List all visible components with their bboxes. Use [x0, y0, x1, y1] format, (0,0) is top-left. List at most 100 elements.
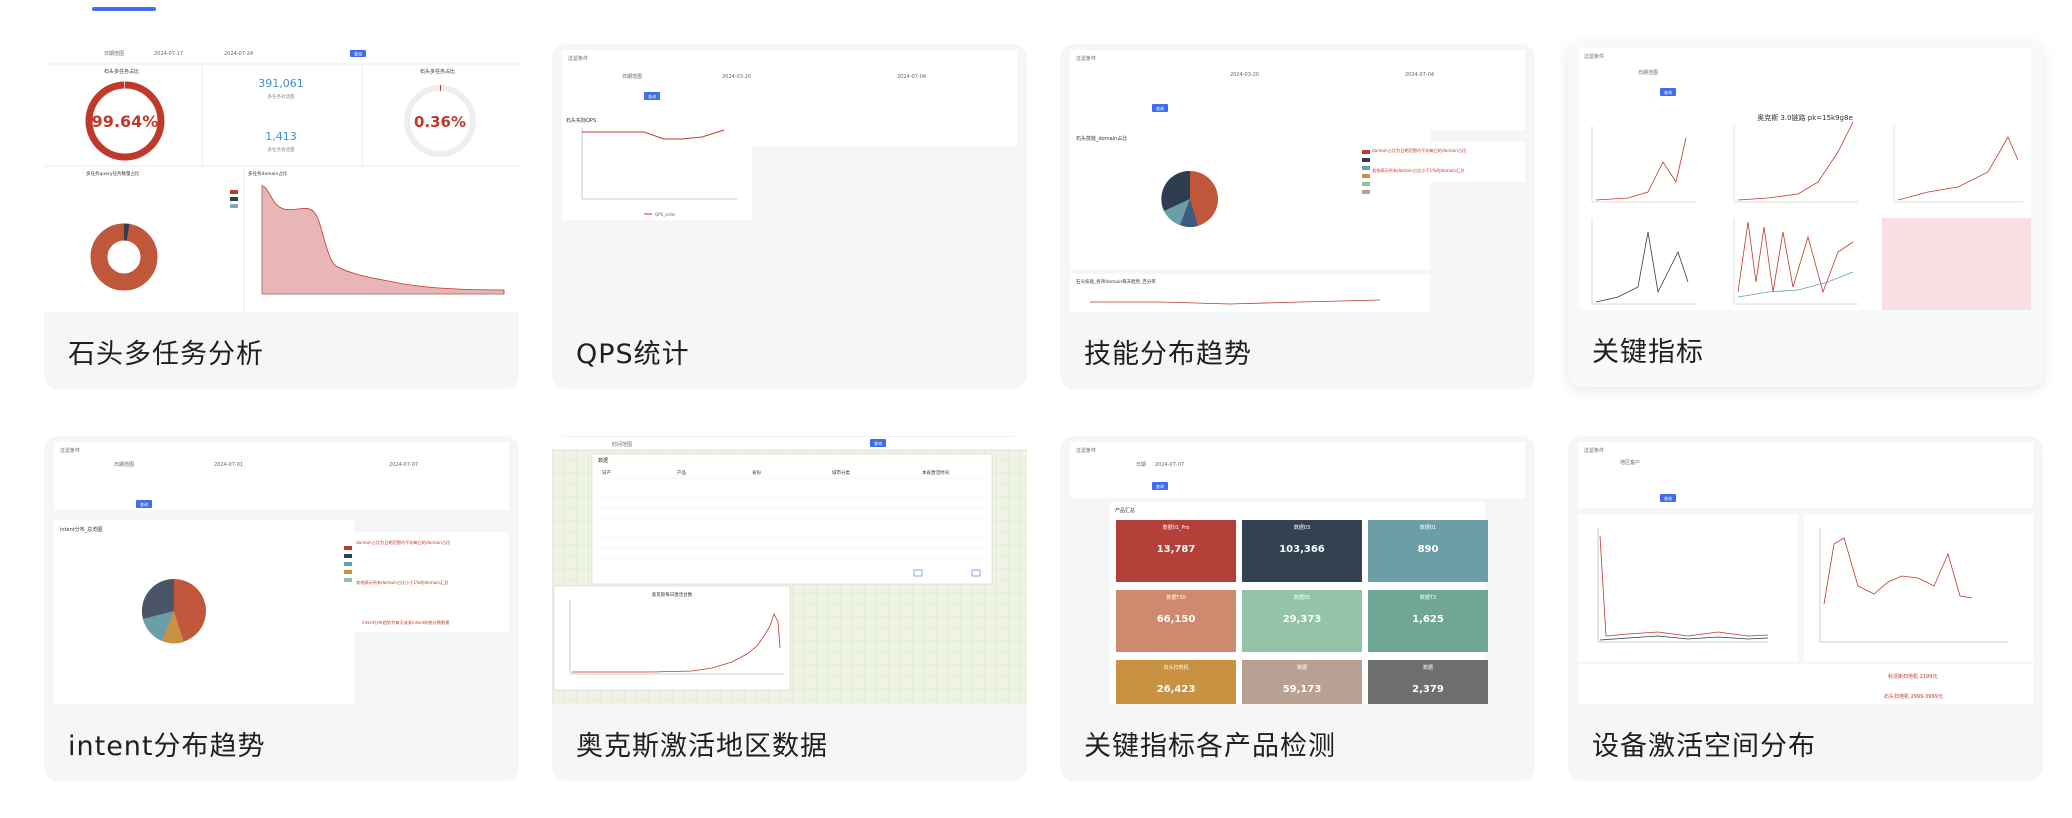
card-title: 关键指标	[1592, 337, 1704, 368]
gauge-title: 石头多任务占比	[420, 68, 455, 75]
metric-value: 1,413	[265, 130, 297, 143]
table-header: 城市分类	[832, 469, 850, 476]
note-text: domain占比为日期范围内平均每日的domain占比	[1372, 147, 1466, 154]
product-tile-value: 26,423	[1157, 684, 1196, 695]
date-label: 日期范围	[622, 73, 642, 80]
table-header: 产品	[677, 469, 686, 476]
date-to: 2024-07-24	[224, 51, 253, 57]
legend-swatch	[1362, 190, 1370, 194]
chart-panel	[553, 585, 791, 691]
panel-header: 过滤条件	[1076, 55, 1096, 62]
query-button-label: 查询	[648, 93, 656, 99]
legend-swatch	[230, 204, 238, 208]
note-text: 其他表示所有domain占比小于1%的domain汇总	[1372, 167, 1464, 174]
query-button-label: 查询	[354, 51, 362, 57]
card-title: 石头多任务分析	[68, 339, 264, 370]
date-label: 日期	[1136, 462, 1146, 468]
query-button-label: 查询	[1156, 483, 1164, 489]
chart-title: 奥克斯每日激活台数	[652, 591, 693, 598]
product-tile-value: 103,366	[1279, 544, 1325, 555]
panel-header: 过滤条件	[1584, 53, 1604, 60]
dashboard-card[interactable]: 过滤条件 2024-03-20 2024-07-04 查询 石头技能_domai…	[1060, 44, 1535, 389]
area-title: 多任务domain占比	[248, 170, 288, 177]
query-button-label: 查询	[874, 440, 882, 446]
date-from: 2024-07-01	[214, 462, 243, 468]
legend-swatch	[1362, 174, 1370, 178]
legend-label: QPS_order	[655, 212, 676, 217]
legend-swatch	[230, 197, 238, 201]
date-label: 日期范围	[114, 461, 134, 468]
date-from: 2024-03-20	[722, 74, 751, 80]
product-tile-value: 2,379	[1412, 684, 1444, 695]
table-header: 日产	[602, 469, 611, 476]
product-tile-name: 数据01_Pro	[1163, 524, 1190, 531]
legend-swatch	[344, 570, 352, 574]
note-text: 石头扫地机 2999-3999元	[1884, 693, 1943, 700]
chart-title: intent分布_总览图	[60, 526, 102, 533]
query-button-label: 查询	[1664, 495, 1672, 501]
dashboard-card[interactable]: 过滤条件 日期 2024-07-07 查询 产品汇总 数据01_Pro 13,78…	[1060, 436, 1535, 781]
dashboard-thumbnail: 时间范围 查询 数据 日产 产品 省份 城市分类 本省激活时间 奥克斯每日激活台…	[552, 436, 1027, 704]
note-text: domain占比为日期范围内平均每日的domain占比	[356, 539, 450, 546]
note-text: 其他表示所有domain占比小于1%的domain汇总	[356, 579, 448, 586]
product-tile-name: 数据T3	[1420, 594, 1436, 601]
dashboard-thumbnail: 过滤条件 日期范围 2024-03-20 2024-07-04 查询 石头实际Q…	[552, 44, 1027, 312]
dashboard-card[interactable]: 过滤条件 日期范围 2024-03-20 2024-07-04 查询 石头实际Q…	[552, 44, 1027, 389]
product-tile-name: 数据T30	[1166, 594, 1185, 601]
donut-title: 多任务query任务数量占比	[86, 170, 140, 177]
gauge-value: 99.64%	[92, 112, 159, 131]
legend-swatch	[1362, 158, 1370, 162]
date-label: 日期范围	[104, 50, 124, 57]
date-from: 2024-07-17	[154, 51, 183, 57]
product-tile-value: 890	[1418, 544, 1439, 555]
query-button-label: 查询	[140, 501, 148, 507]
product-tile-name: 数据S5	[1294, 594, 1310, 601]
table-header: 省份	[752, 469, 761, 476]
product-tile-value: 29,373	[1283, 614, 1322, 625]
dashboard-card[interactable]: 过滤条件 日期范围 2024-07-01 2024-07-07 查询 inten…	[44, 436, 519, 781]
product-tiles: 数据01_Pro 13,787 数据03 103,366 数据01 890 数据T30 66,…	[1116, 520, 1488, 704]
product-tile-value: 13,787	[1157, 544, 1196, 555]
legend-swatch	[344, 562, 352, 566]
legend-swatch	[344, 578, 352, 582]
highlight-region	[1882, 218, 2031, 310]
query-button-label: 查询	[1156, 105, 1164, 111]
dashboard-thumbnail: 过滤条件 日期 2024-07-07 查询 产品汇总 数据01_Pro 13,78…	[1060, 436, 1535, 704]
dashboard-card[interactable]: 时间范围 查询 数据 日产 产品 省份 城市分类 本省激活时间 奥克斯每日激活台…	[552, 436, 1027, 781]
dashboard-thumbnail: 过滤条件 2024-03-20 2024-07-04 查询 石头技能_domai…	[1060, 44, 1535, 312]
legend-swatch	[1362, 166, 1370, 170]
date-from: 2024-03-20	[1230, 72, 1259, 78]
product-tile-name: 数据	[1423, 664, 1433, 671]
gauge-title: 石头多任务占比	[104, 68, 139, 75]
dashboard-thumbnail: 日期范围 2024-07-17 2024-07-24 查询 石头多任务占比 99…	[44, 44, 519, 312]
card-title: intent分布趋势	[68, 731, 266, 762]
section-title: 产品汇总	[1115, 507, 1135, 514]
chart-panel	[562, 112, 752, 220]
note-text: 科沃斯扫地机 2199元	[1888, 673, 1937, 680]
chart-title: 石头技能_domain占比	[1076, 135, 1127, 142]
note-text: intent分布趋势为每天该条intent的统计数数量	[362, 619, 449, 626]
panel-header: 过滤条件	[60, 447, 80, 454]
product-tile-value: 59,173	[1283, 684, 1322, 695]
panel-header: 过滤条件	[1076, 447, 1096, 454]
table-title: 数据	[598, 457, 608, 464]
card-title: 技能分布趋势	[1084, 339, 1252, 370]
legend-swatch	[1362, 182, 1370, 186]
dashboard-card[interactable]: 过滤条件 日期范围 查询 奥克斯 3.0链路 pk=15k9g8e 关键指标	[1568, 42, 2043, 387]
card-title: 设备激活空间分布	[1592, 731, 1816, 762]
product-tile-name: 数据	[1297, 664, 1307, 671]
dashboard-card[interactable]: 过滤条件 地区客户 查询 科沃斯扫地机 2199元 石头扫地机 2999-399…	[1568, 436, 2043, 781]
product-tile-value: 1,625	[1412, 614, 1444, 625]
dashboard-card[interactable]: 日期范围 2024-07-17 2024-07-24 查询 石头多任务占比 99…	[44, 44, 519, 389]
product-tile-name: 石头扫地机	[1163, 664, 1188, 671]
date-to: 2024-07-04	[1405, 72, 1434, 78]
metric-value: 391,061	[258, 77, 304, 90]
date-to: 2024-07-04	[897, 74, 926, 80]
product-tile-value: 66,150	[1157, 614, 1196, 625]
field-label: 地区客户	[1620, 459, 1640, 466]
date-label: 时间范围	[612, 441, 632, 448]
card-title: 奥克斯激活地区数据	[576, 731, 828, 762]
metric-label: 多任务对话量	[268, 93, 295, 100]
dashboard-thumbnail: 过滤条件 日期范围 查询 奥克斯 3.0链路 pk=15k9g8e	[1568, 42, 2043, 310]
gauge-value: 0.36%	[414, 113, 466, 131]
